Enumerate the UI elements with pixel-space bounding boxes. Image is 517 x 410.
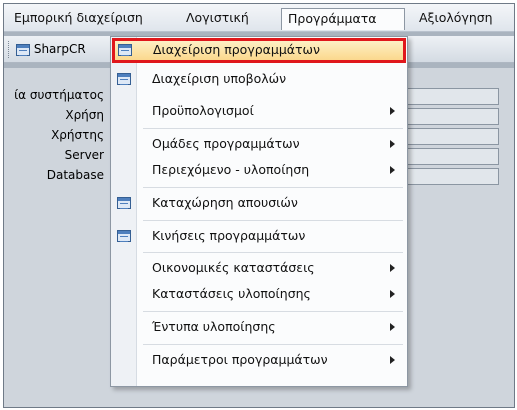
menu-logistiki[interactable]: Λογιστική [180, 8, 255, 30]
submenu-arrow-icon [390, 107, 395, 115]
sharpcr-button[interactable]: SharpCR [14, 40, 89, 60]
menu-bar: Εμπορική διαχείριση Λογιστική Προγράμματ… [4, 4, 514, 32]
submenu-arrow-icon [390, 323, 395, 331]
menu-item-label: Διαχείριση προγραμμάτων [153, 42, 321, 57]
label-use: Χρήση [65, 108, 104, 122]
menu-item-label: Καταστάσεις υλοποίησης [152, 286, 311, 301]
database-field[interactable] [399, 168, 499, 185]
menu-item-oikonomikes-katastaseis[interactable]: Οικονομικές καταστάσεις [111, 256, 407, 281]
form-icon [118, 44, 132, 56]
menu-item-kataxorisi-apousion[interactable]: Καταχώρηση απουσιών [111, 191, 407, 216]
menu-separator [143, 252, 403, 253]
menu-item-kiniseis-programmaton[interactable]: Κινήσεις προγραμμάτων [111, 224, 407, 249]
menu-item-diaxeirisi-programmaton[interactable]: Διαχείριση προγραμμάτων [112, 38, 406, 63]
menu-item-proypologismoi[interactable]: Προϋπολογισμοί [111, 99, 407, 124]
menu-item-periexomeno-ylopoiisi[interactable]: Περιεχόμενο - υλοποίηση [111, 158, 407, 183]
menu-separator [143, 344, 403, 345]
submenu-arrow-icon [390, 290, 395, 298]
menu-item-label: Έντυπα υλοποίησης [152, 319, 276, 334]
menu-item-label: Διαχείριση υποβολών [152, 71, 287, 86]
menu-item-label: Προϋπολογισμοί [152, 103, 254, 118]
submenu-arrow-icon [390, 356, 395, 364]
menu-programmata[interactable]: Προγράμματα [281, 8, 405, 30]
submenu-arrow-icon [390, 140, 395, 148]
user-field[interactable] [399, 128, 499, 145]
menu-axiologisi[interactable]: Αξιολόγηση [413, 8, 499, 30]
app-window: Εμπορική διαχείριση Λογιστική Προγράμματ… [3, 3, 515, 408]
menu-separator [143, 128, 403, 129]
label-server: Server [64, 148, 104, 162]
menu-item-diaxeirisi-ypovolon[interactable]: Διαχείριση υποβολών [111, 67, 407, 92]
system-field[interactable] [399, 88, 499, 105]
label-system: ία συστήματος [14, 88, 104, 102]
menu-item-parametroi-programmaton[interactable]: Παράμετροι προγραμμάτων [111, 348, 407, 373]
server-field[interactable] [399, 148, 499, 165]
menu-separator [143, 311, 403, 312]
menu-item-katastaseis-ylopoiisis[interactable]: Καταστάσεις υλοποίησης [111, 282, 407, 307]
menu-item-label: Παράμετροι προγραμμάτων [152, 352, 328, 367]
programmata-dropdown-menu: Διαχείριση προγραμμάτων Διαχείριση υποβο… [110, 36, 408, 387]
label-user: Χρήστης [51, 128, 104, 142]
form-icon [117, 230, 131, 242]
form-icon [117, 197, 131, 209]
form-icon [117, 73, 131, 85]
menu-item-entypa-ylopoiisis[interactable]: Έντυπα υλοποίησης [111, 315, 407, 340]
menu-item-omades-programmaton[interactable]: Ομάδες προγραμμάτων [111, 132, 407, 157]
sharpcr-button-label: SharpCR [33, 42, 86, 56]
menu-item-label: Περιεχόμενο - υλοποίηση [152, 162, 310, 177]
menu-item-label: Καταχώρηση απουσιών [152, 195, 298, 210]
use-field[interactable] [399, 108, 499, 125]
menu-separator [143, 220, 403, 221]
label-database: Database [46, 168, 104, 182]
menu-separator [143, 187, 403, 188]
form-icon [16, 43, 30, 56]
toolbar-grip[interactable] [8, 41, 11, 58]
menu-item-label: Ομάδες προγραμμάτων [152, 136, 300, 151]
menu-item-label: Οικονομικές καταστάσεις [152, 260, 315, 275]
menu-emporiki[interactable]: Εμπορική διαχείριση [8, 8, 149, 30]
menu-item-label: Κινήσεις προγραμμάτων [152, 228, 306, 243]
submenu-arrow-icon [390, 166, 395, 174]
submenu-arrow-icon [390, 264, 395, 272]
